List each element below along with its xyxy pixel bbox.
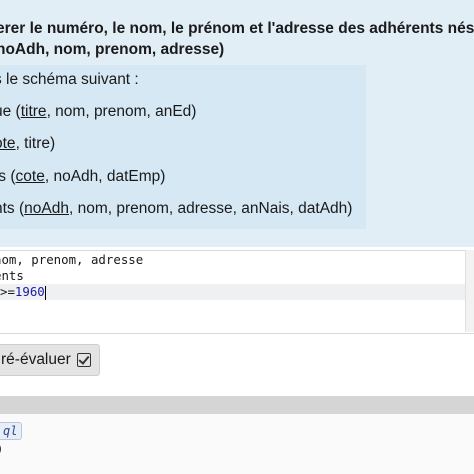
schema-intro: s le schéma suivant : [0, 71, 139, 88]
schema-attributes: , noAdh, datEmp) [44, 168, 166, 185]
schema-primary-key: titre [20, 103, 47, 120]
reevaluate-button-label: ré-évaluer [1, 351, 71, 368]
output-text: ) [0, 441, 3, 456]
text-cursor [44, 285, 46, 300]
schema-box: s le schéma suivant : ue (titre, nom, pr… [0, 65, 366, 229]
schema-primary-key: cote [15, 168, 45, 185]
schema-paren: ( [6, 168, 16, 185]
schema-row-exemplaire: ote, titre) [0, 135, 55, 153]
schema-row-ouvrage: ue (titre, nom, prenom, anEd) [0, 103, 196, 121]
code-operator: >= [0, 284, 15, 299]
schema-table-name: ue [0, 103, 12, 120]
code-number: 1960 [14, 284, 45, 299]
sql-code-editor[interactable]: nom, prenom, adresse ents >=1960 [0, 250, 474, 334]
question-text-line-2: noAdh, nom, prenom, adresse) [0, 41, 225, 58]
code-line-3[interactable]: >=1960 [0, 284, 466, 300]
language-tag: ql [0, 422, 23, 440]
schema-primary-key: ote [0, 135, 16, 152]
schema-row-emprunts: ts (cote, noAdh, datEmp) [0, 168, 165, 186]
question-panel: erer le numéro, le nom, le prénom et l'a… [0, 0, 474, 247]
schema-row-adherents: nts (noAdh, nom, prenom, adresse, anNais… [0, 200, 352, 218]
output-header-bar [0, 396, 474, 414]
question-text-line-1: erer le numéro, le nom, le prénom et l'a… [0, 20, 474, 37]
schema-paren: ( [14, 200, 25, 217]
check-square-icon [76, 353, 91, 367]
output-panel [0, 414, 474, 474]
schema-attributes: , nom, prenom, adresse, anNais, datAdh) [68, 200, 353, 217]
schema-attributes: , nom, prenom, anEd) [46, 103, 197, 120]
schema-table-name: nts [0, 200, 15, 217]
code-line-1[interactable]: nom, prenom, adresse [0, 252, 143, 267]
code-line-2[interactable]: ents [0, 268, 24, 283]
schema-primary-key: noAdh [24, 200, 69, 217]
editor-scrollbar[interactable] [465, 250, 474, 332]
schema-attributes: , titre) [15, 135, 56, 152]
schema-paren: ( [11, 103, 21, 120]
reevaluate-button[interactable]: ré-évaluer [0, 344, 100, 376]
